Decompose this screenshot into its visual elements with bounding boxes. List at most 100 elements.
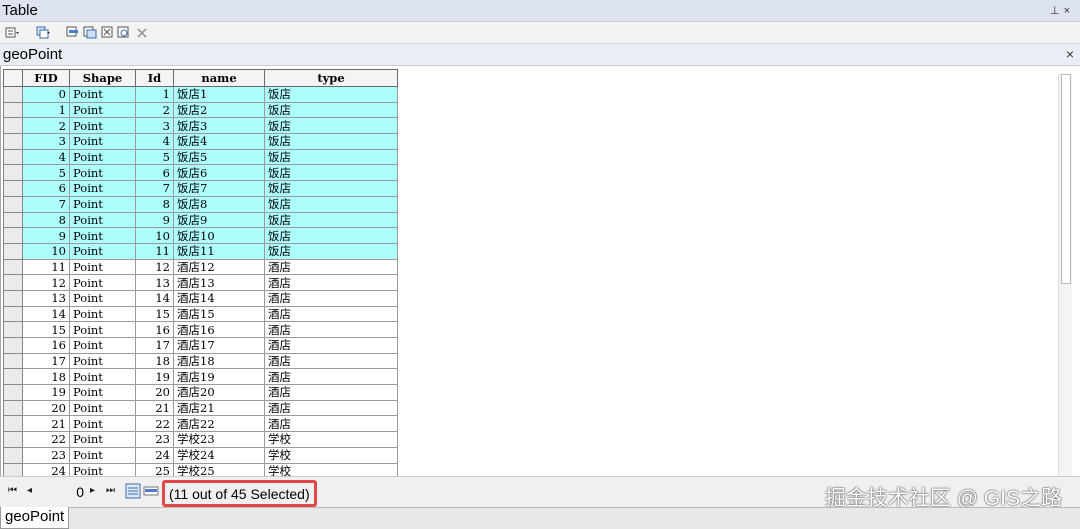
row-selector[interactable] [3, 431, 23, 448]
table-row[interactable]: 22 Point 23 学校23 学校 [3, 431, 398, 448]
row-selector[interactable] [3, 399, 23, 417]
cell-type[interactable]: 饭店 [264, 242, 398, 260]
cell-fid[interactable]: 14 [22, 305, 70, 323]
cell-fid[interactable]: 4 [22, 148, 70, 166]
row-selector[interactable] [3, 289, 23, 307]
cell-fid[interactable]: 3 [22, 133, 70, 150]
cell-shape[interactable]: Point [69, 180, 136, 197]
cell-fid[interactable]: 19 [22, 384, 70, 401]
cell-id[interactable]: 15 [135, 305, 174, 323]
table-row[interactable]: 8 Point 9 饭店9 饭店 [3, 211, 398, 229]
cell-shape[interactable]: Point [69, 321, 136, 338]
row-selector[interactable] [3, 337, 23, 354]
row-selector[interactable] [3, 305, 23, 323]
zoom-to-selected-icon[interactable] [117, 26, 131, 39]
cell-name[interactable]: 酒店12 [173, 258, 265, 276]
row-selector[interactable] [3, 148, 23, 166]
cell-shape[interactable]: Point [69, 384, 136, 401]
cell-name[interactable]: 酒店18 [173, 352, 265, 370]
cell-id[interactable]: 6 [135, 164, 174, 182]
cell-id[interactable]: 12 [135, 258, 174, 276]
select-by-attributes-icon[interactable] [66, 26, 80, 39]
table-row[interactable]: 15 Point 16 酒店16 酒店 [3, 321, 398, 338]
table-row[interactable]: 18 Point 19 酒店19 酒店 [3, 368, 398, 386]
row-selector[interactable] [3, 133, 23, 150]
cell-shape[interactable]: Point [69, 305, 136, 323]
cell-name[interactable]: 饭店11 [173, 242, 265, 260]
table-row[interactable]: 13 Point 14 酒店14 酒店 [3, 289, 398, 307]
cell-id[interactable]: 17 [135, 337, 174, 354]
cell-shape[interactable]: Point [69, 195, 136, 213]
cell-type[interactable]: 饭店 [264, 86, 398, 103]
cell-fid[interactable]: 17 [22, 352, 70, 370]
scrollbar-thumb[interactable] [1061, 74, 1071, 284]
cell-fid[interactable]: 2 [22, 117, 70, 135]
cell-fid[interactable]: 21 [22, 415, 70, 433]
cell-type[interactable]: 酒店 [264, 399, 398, 417]
cell-shape[interactable]: Point [69, 164, 136, 182]
cell-fid[interactable]: 20 [22, 399, 70, 417]
cell-type[interactable]: 学校 [264, 446, 398, 464]
cell-id[interactable]: 19 [135, 368, 174, 386]
cell-name[interactable]: 饭店4 [173, 133, 265, 150]
cell-shape[interactable]: Point [69, 274, 136, 291]
table-row[interactable]: 2 Point 3 饭店3 饭店 [3, 117, 398, 135]
cell-shape[interactable]: Point [69, 415, 136, 433]
cell-fid[interactable]: 23 [22, 446, 70, 464]
cell-id[interactable]: 18 [135, 352, 174, 370]
cell-shape[interactable]: Point [69, 399, 136, 417]
cell-id[interactable]: 3 [135, 117, 174, 135]
table-row[interactable]: 17 Point 18 酒店18 酒店 [3, 352, 398, 370]
cell-type[interactable]: 饭店 [264, 195, 398, 213]
cell-id[interactable]: 13 [135, 274, 174, 291]
cell-name[interactable]: 酒店16 [173, 321, 265, 338]
cell-name[interactable]: 酒店19 [173, 368, 265, 386]
row-selector[interactable] [3, 462, 23, 476]
cell-id[interactable]: 11 [135, 242, 174, 260]
cell-name[interactable]: 饭店1 [173, 86, 265, 103]
cell-name[interactable]: 饭店9 [173, 211, 265, 229]
row-selector[interactable] [3, 117, 23, 135]
cell-shape[interactable]: Point [69, 446, 136, 464]
table-row[interactable]: 1 Point 2 饭店2 饭店 [3, 101, 398, 119]
cell-id[interactable]: 1 [135, 86, 174, 103]
current-record-field[interactable]: 0 [50, 482, 84, 502]
cell-id[interactable]: 4 [135, 133, 174, 150]
cell-name[interactable]: 饭店7 [173, 180, 265, 197]
table-row[interactable]: 16 Point 17 酒店17 酒店 [3, 337, 398, 354]
table-row[interactable]: 9 Point 10 饭店10 饭店 [3, 227, 398, 244]
column-header-shape[interactable]: Shape [69, 69, 136, 87]
close-window-icon[interactable]: × [1064, 5, 1074, 17]
cell-name[interactable]: 饭店6 [173, 164, 265, 182]
cell-id[interactable]: 25 [135, 462, 174, 476]
cell-fid[interactable]: 15 [22, 321, 70, 338]
cell-id[interactable]: 21 [135, 399, 174, 417]
cell-type[interactable]: 饭店 [264, 133, 398, 150]
cell-fid[interactable]: 11 [22, 258, 70, 276]
table-row[interactable]: 0 Point 1 饭店1 饭店 [3, 86, 398, 103]
related-tables-icon[interactable] [36, 26, 50, 39]
row-selector[interactable] [3, 195, 23, 213]
row-selector[interactable] [3, 274, 23, 291]
previous-record-icon[interactable]: ◂ [27, 485, 32, 496]
cell-type[interactable]: 饭店 [264, 227, 398, 244]
cell-id[interactable]: 10 [135, 227, 174, 244]
table-row[interactable]: 20 Point 21 酒店21 酒店 [3, 399, 398, 417]
cell-type[interactable]: 酒店 [264, 289, 398, 307]
cell-shape[interactable]: Point [69, 101, 136, 119]
cell-type[interactable]: 学校 [264, 462, 398, 476]
cell-type[interactable]: 饭店 [264, 211, 398, 229]
row-selector[interactable] [3, 211, 23, 229]
table-row[interactable]: 7 Point 8 饭店8 饭店 [3, 195, 398, 213]
row-selector[interactable] [3, 242, 23, 260]
table-row[interactable]: 10 Point 11 饭店11 饭店 [3, 242, 398, 260]
cell-name[interactable]: 饭店2 [173, 101, 265, 119]
column-header-type[interactable]: type [264, 69, 398, 87]
cell-type[interactable]: 饭店 [264, 101, 398, 119]
table-row[interactable]: 3 Point 4 饭店4 饭店 [3, 133, 398, 150]
cell-name[interactable]: 酒店17 [173, 337, 265, 354]
row-selector[interactable] [3, 352, 23, 370]
cell-name[interactable]: 酒店20 [173, 384, 265, 401]
cell-id[interactable]: 7 [135, 180, 174, 197]
cell-shape[interactable]: Point [69, 337, 136, 354]
